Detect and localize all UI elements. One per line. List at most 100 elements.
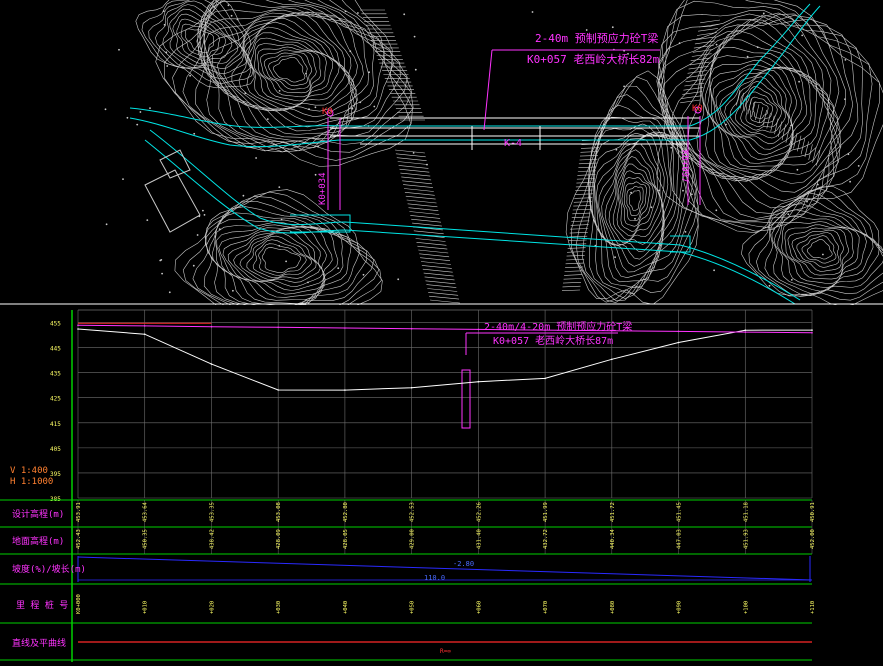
station-value: K0+000: [76, 594, 82, 614]
spot-height: [280, 218, 283, 221]
spot-height: [844, 59, 847, 61]
ground-elevation-value: 450.35: [143, 529, 149, 549]
station-value: +010: [143, 601, 149, 614]
spot-height: [715, 43, 718, 46]
spot-height: [118, 48, 120, 51]
slope-hatch: [573, 205, 592, 207]
design-elevation-value: 453.91: [76, 502, 82, 522]
slope-hatch: [401, 176, 432, 181]
curve-value: R=∞: [440, 648, 451, 655]
cad-viewport[interactable]: 2-40m 预制预应力砼T梁 K0+057 老西岭大桥长82m K0 K0 K-…: [0, 0, 883, 662]
slope-hatch: [572, 208, 591, 211]
slope-hatch: [425, 280, 456, 285]
station-value: +050: [410, 601, 416, 614]
spot-height: [670, 146, 673, 149]
contour-line: [204, 12, 364, 135]
ground-point: [77, 328, 79, 330]
slope-hatch: [412, 222, 442, 227]
spot-height: [278, 245, 281, 247]
spot-height: [308, 108, 310, 111]
slope-hatch: [781, 124, 786, 140]
spot-height: [414, 68, 417, 71]
ground-point: [744, 329, 747, 332]
slope-hatch: [575, 189, 594, 191]
slope-hatch: [411, 218, 442, 223]
slope-hatch: [574, 193, 593, 195]
ground-elevation-value: 431.40: [476, 529, 482, 549]
slope-hatch: [429, 295, 460, 300]
design-point: [143, 325, 146, 327]
slope-hatch: [575, 185, 594, 188]
slope-hatch: [398, 165, 429, 169]
row-label-slope: 坡度(%)/坡长(m): [12, 563, 86, 575]
y-tick-label: 405: [50, 446, 61, 453]
spot-height: [139, 111, 142, 113]
slope-hatch: [397, 161, 428, 165]
slope-hatch: [405, 195, 436, 200]
slope-hatch: [427, 288, 458, 292]
slope-hatch: [426, 284, 457, 288]
spot-height: [691, 193, 693, 196]
spot-height: [847, 153, 850, 156]
spot-height: [768, 284, 771, 287]
slope-hatch: [561, 289, 581, 291]
row-label-curve: 直线及平曲线: [12, 637, 66, 649]
terrain-contours: [104, 0, 883, 321]
contour-line: [192, 195, 380, 315]
slope-hatch: [566, 258, 585, 261]
spot-height: [344, 10, 347, 13]
spot-height: [159, 259, 162, 262]
contour-line: [806, 239, 833, 260]
spot-height: [614, 256, 616, 259]
spot-height: [122, 178, 124, 181]
spot-height: [678, 42, 681, 45]
slope-hatch: [421, 265, 452, 269]
spot-height: [357, 12, 359, 14]
contour-line: [252, 239, 312, 279]
slope-hatch: [408, 207, 439, 211]
scale-horizontal: H 1:1000: [10, 477, 53, 487]
design-point: [410, 327, 413, 330]
spot-height: [397, 278, 400, 281]
slope-hatch: [785, 127, 790, 143]
spot-height: [162, 10, 165, 13]
slope-hatch: [736, 89, 741, 106]
spot-height: [317, 145, 319, 148]
spot-height: [161, 272, 164, 275]
slope-hatch: [696, 32, 717, 36]
spot-height: [715, 209, 718, 212]
spot-height: [168, 291, 171, 294]
slope-hatch: [422, 268, 453, 273]
contour-line: [195, 0, 408, 153]
plan-bridge-label-2: K0+057 老西岭大桥长82m: [527, 52, 660, 66]
spot-height: [790, 124, 792, 127]
design-point: [544, 329, 546, 331]
slope-hatch: [567, 251, 586, 253]
design-elevation-value: 452.26: [476, 502, 482, 522]
slope-hatch: [564, 270, 583, 272]
spot-height: [634, 217, 636, 220]
ground-elevation-value: 429.00: [410, 529, 416, 549]
slope-hatch: [808, 144, 813, 160]
slope-hatch: [793, 132, 798, 149]
spot-height: [857, 165, 860, 167]
design-elevation-value: 451.72: [610, 502, 616, 522]
design-elevation-value: 453.64: [143, 501, 149, 522]
spot-height: [623, 85, 625, 88]
slope-hatch: [407, 203, 438, 208]
spot-height: [849, 180, 851, 183]
ground-elevation-value: 452.00: [810, 529, 816, 549]
design-elevation-value: 452.53: [410, 502, 416, 522]
spot-height: [305, 72, 307, 75]
slope-hatch: [406, 199, 437, 204]
contour-line: [272, 57, 306, 83]
spot-height: [244, 92, 247, 95]
slope-hatch: [580, 151, 599, 153]
spot-height: [307, 281, 309, 284]
spot-height: [426, 163, 428, 166]
slope-hatch: [396, 157, 427, 161]
slope-hatch: [774, 118, 779, 135]
slope-hatch: [778, 121, 783, 138]
ground-point: [410, 386, 413, 389]
contour-line: [208, 212, 361, 311]
